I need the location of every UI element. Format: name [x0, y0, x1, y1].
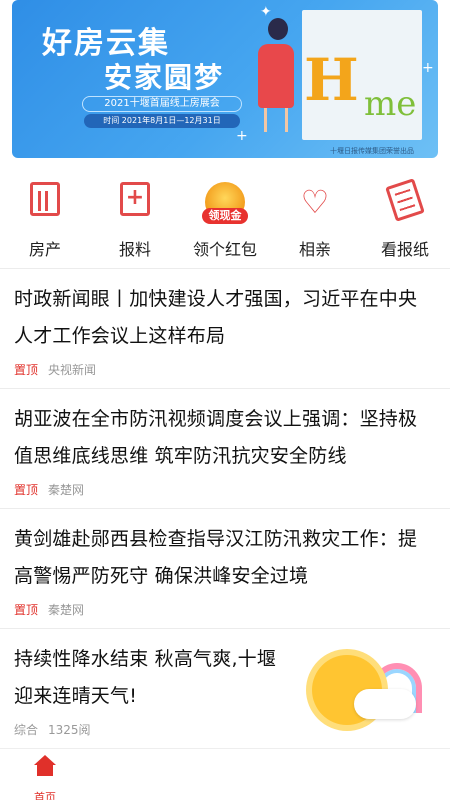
pinned-tag: 置顶 [14, 363, 39, 377]
tab-home[interactable]: 首页 [0, 749, 90, 800]
home-letter-h: H [304, 46, 359, 114]
home-letters-me: me [364, 84, 417, 124]
bottom-tab-bar: 首页 [0, 748, 450, 800]
news-title: 胡亚波在全市防汛视频调度会议上强调：坚持极值思维底线思维 筑牢防汛抗灾安全防线 [14, 408, 418, 467]
nav-item-report[interactable]: + 报料 [90, 178, 180, 266]
news-item[interactable]: 时政新闻眼丨加快建设人才强国，习近平在中央人才工作会议上这样布局 置顶 央视新闻 [0, 268, 450, 388]
news-list: 时政新闻眼丨加快建设人才强国，习近平在中央人才工作会议上这样布局 置顶 央视新闻 … [0, 268, 450, 748]
sparkle-icon: ✦ [260, 4, 272, 20]
nav-item-newspaper[interactable]: 看报纸 [360, 178, 450, 266]
news-meta: 置顶 央视新闻 [14, 361, 96, 378]
pinned-tag: 置顶 [14, 483, 39, 497]
news-item[interactable]: 持续性降水结束 秋高气爽,十堰迎来连晴天气! 综合 1325阅 [0, 628, 450, 748]
nav-label: 看报纸 [380, 240, 429, 259]
tab-home-label: 首页 [34, 791, 56, 800]
nav-label: 相亲 [298, 240, 331, 259]
nav-item-property[interactable]: 房产 [0, 178, 90, 266]
news-title: 黄剑雄赴郧西县检查指导汉江防汛救灾工作：提高警惕严防死守 确保洪峰安全过境 [14, 528, 418, 587]
nav-label: 领个红包 [192, 240, 257, 259]
news-item[interactable]: 胡亚波在全市防汛视频调度会议上强调：坚持极值思维底线思维 筑牢防汛抗灾安全防线 … [0, 388, 450, 508]
news-category: 综合 [14, 723, 39, 737]
woman-illustration [258, 18, 298, 138]
news-item[interactable]: 黄剑雄赴郧西县检查指导汉江防汛救灾工作：提高警惕严防死守 确保洪峰安全过境 置顶… [0, 508, 450, 628]
pinned-tag: 置顶 [14, 603, 39, 617]
newspaper-icon [385, 178, 425, 222]
quick-nav: 房产 + 报料 领现金 领个红包 ♡ 相亲 看报纸 [0, 178, 450, 266]
sunny-weather-thumbnail [306, 647, 426, 743]
nav-item-red-packet[interactable]: 领现金 领个红包 [180, 178, 270, 266]
hearts-icon: ♡ [300, 183, 330, 221]
cash-badge: 领现金 [202, 208, 248, 224]
news-views: 1325阅 [48, 723, 91, 737]
news-title: 持续性降水结束 秋高气爽,十堰迎来连晴天气! [14, 648, 277, 707]
building-icon [25, 182, 65, 222]
sparkle-icon: + [236, 128, 248, 144]
nav-item-dating[interactable]: ♡ 相亲 [270, 178, 360, 266]
news-meta: 置顶 秦楚网 [14, 481, 84, 498]
nav-label: 房产 [28, 240, 61, 259]
news-title: 时政新闻眼丨加快建设人才强国，习近平在中央人才工作会议上这样布局 [14, 288, 418, 347]
banner-organizer: 十堰日报传媒集团荣誉出品 [330, 147, 414, 155]
news-source: 秦楚网 [48, 483, 85, 497]
promo-banner[interactable]: 好房云集 安家圆梦 2021十堰首届线上房展会 时间 2021年8月1日—12月… [12, 0, 438, 158]
sparkle-icon: + [422, 60, 434, 76]
nav-label: 报料 [118, 240, 151, 259]
home-icon [33, 755, 57, 777]
banner-event-date: 时间 2021年8月1日—12月31日 [84, 114, 240, 128]
news-source: 央视新闻 [48, 363, 97, 377]
banner-title-line2: 安家圆梦 [104, 61, 225, 94]
bookmark-plus-icon: + [115, 182, 155, 222]
cloud-icon [354, 689, 416, 719]
news-meta: 置顶 秦楚网 [14, 601, 84, 618]
news-meta: 综合 1325阅 [14, 721, 91, 738]
news-source: 秦楚网 [48, 603, 85, 617]
banner-event-name: 2021十堰首届线上房展会 [82, 96, 242, 112]
